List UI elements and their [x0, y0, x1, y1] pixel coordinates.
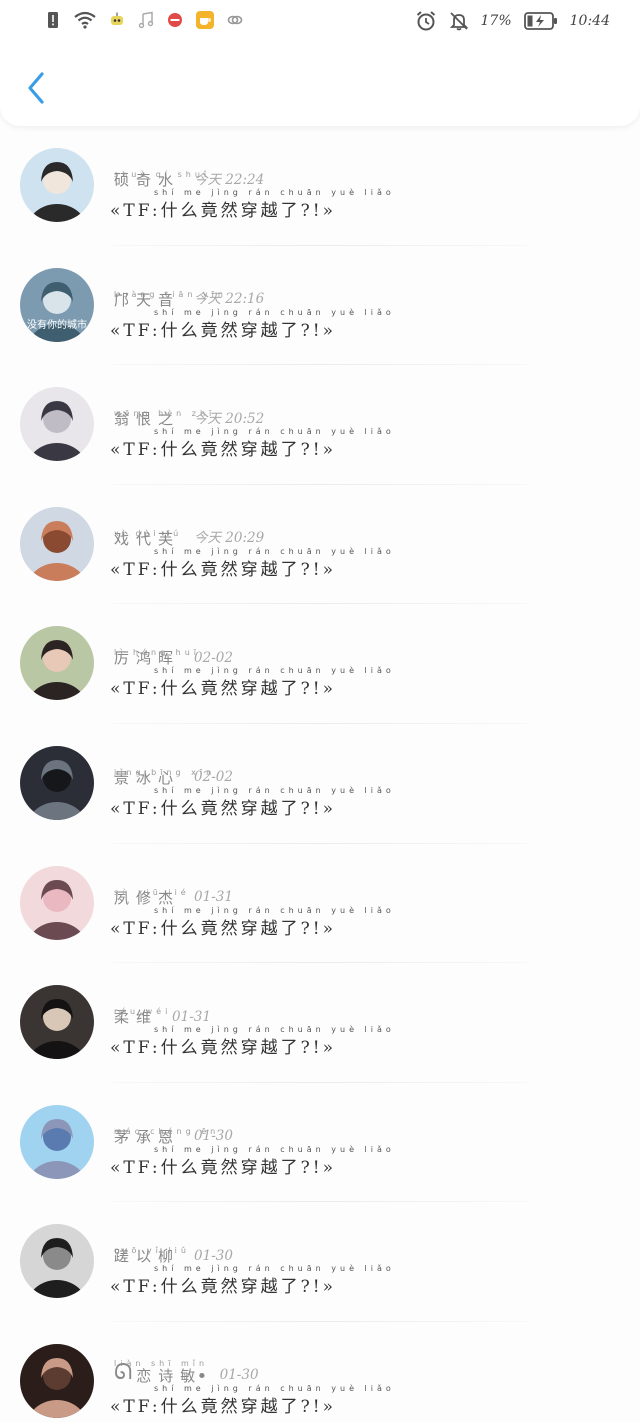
conversation-row[interactable]: wēng hèn zhī 翁恨之 今天 20:52 shí me jìng rán c…: [0, 365, 640, 485]
contact-name-wrap: xì dài fú 戏代芙: [114, 528, 183, 547]
contact-name-pinyin: shuò qí shuǐ: [114, 170, 211, 179]
message-preview: «TF:什么竟然穿越了?!»: [110, 559, 337, 580]
conversation-meta: máo chéng ēn 茅承恩 01-30: [114, 1109, 233, 1145]
avatar[interactable]: [20, 985, 94, 1060]
conversation-row[interactable]: máo chéng ēn 茅承恩 01-30 shí me jìng rán chuā…: [0, 1083, 640, 1203]
robot-icon: [108, 11, 126, 29]
battery-icon: [523, 11, 558, 31]
message-time: 01-30: [219, 1367, 259, 1384]
contact-name-pinyin: xì dài fú: [114, 528, 183, 538]
message-preview: «TF:什么竟然穿越了?!»: [110, 440, 337, 461]
conversation-meta: cuō yǐ liǔ 蹉以柳 01-30: [114, 1228, 233, 1264]
conversation-row[interactable]: jǐng bīng xīn 景冰心 02-02 shí me jìng rán chu…: [0, 724, 640, 844]
mute-bell-icon: [449, 11, 469, 31]
conversation-meta: róu wéi 柔维 01-31: [114, 989, 211, 1025]
message-preview: «TF:什么竟然穿越了?!»: [110, 1277, 337, 1298]
message-time: 01-30: [194, 1247, 233, 1264]
status-bar: 17% 10:44: [0, 0, 640, 44]
contact-name-wrap: kuàng tiān yīn 邝天音: [114, 290, 223, 308]
contact-name-wrap: máo chéng ēn 茅承恩: [114, 1127, 215, 1145]
conversation-list: shuò qí shuǐ 硕奇水 今天 22:24 shí me jìng rán c…: [0, 126, 640, 1422]
link-icon: [226, 11, 244, 29]
conversation-meta: lì hóng huī 厉鸿晖 02-02: [114, 630, 233, 666]
conversation-row[interactable]: sù xiū jié 夙修杰 01-31 shí me jìng rán chuān …: [0, 844, 640, 964]
message-preview: «TF:什么竟然穿越了?!»: [110, 679, 337, 700]
contact-name-wrap: wēng hèn zhī 翁恨之: [114, 409, 211, 427]
chevron-left-icon: [25, 71, 47, 109]
conversation-meta: kuàng tiān yīn 邝天音 今天 22:16: [114, 272, 264, 308]
contact-name-pinyin: kuàng tiān yīn: [114, 289, 227, 299]
avatar[interactable]: [20, 148, 94, 222]
message-time: 01-31: [194, 889, 233, 906]
message-preview: «TF:什么竟然穿越了?!»: [110, 1157, 337, 1178]
conversation-row[interactable]: xì dài fú 戏代芙 今天 20:29 shí me jìng rán chuā…: [0, 485, 640, 605]
avatar[interactable]: [20, 506, 94, 581]
contact-name-wrap: cuō yǐ liǔ 蹉以柳: [114, 1246, 186, 1264]
contact-name-pinyin: máo chéng ēn: [114, 1126, 220, 1136]
wifi-icon: [73, 11, 97, 29]
conversation-meta: wēng hèn zhī 翁恨之 今天 20:52: [114, 391, 264, 427]
name-suffix-symbol: ꔷ: [198, 1366, 206, 1385]
top-header: 17% 10:44: [0, 0, 640, 126]
avatar[interactable]: [20, 1104, 94, 1179]
message-time: 今天 20:29: [194, 530, 265, 547]
contact-name-wrap: lì hóng huī 厉鸿晖: [114, 648, 196, 666]
contact-name-pinyin: róu wéi: [114, 1007, 172, 1017]
contact-name-wrap: shuò qí shuǐ 硕奇水: [114, 170, 206, 188]
contact-name: 恋诗敏: [136, 1366, 203, 1385]
contact-name-pinyin: wēng hèn zhī: [114, 409, 216, 419]
avatar[interactable]: 没有你的城市: [20, 267, 94, 342]
contact-name-pinyin: lì hóng huī: [114, 648, 201, 658]
message-preview: «TF:什么竟然穿越了?!»: [110, 1038, 337, 1059]
avatar-caption: 没有你的城市: [27, 319, 87, 331]
app-icon: [195, 10, 215, 30]
contact-name-wrap: róu wéi 柔维: [114, 1007, 167, 1025]
contact-name-wrap: jǐng bīng xīn 景冰心: [114, 768, 211, 786]
conversation-row[interactable]: shuò qí shuǐ 硕奇水 今天 22:24 shí me jìng rán c…: [0, 126, 640, 246]
avatar[interactable]: [20, 865, 94, 940]
conversation-row[interactable]: róu wéi 柔维 01-31 shí me jìng rán chuān yuè …: [0, 963, 640, 1083]
conversation-meta: liàn shī mǐn ᘏ 恋诗敏 ꔷ 01-30: [114, 1348, 259, 1384]
message-preview: «TF:什么竟然穿越了?!»: [110, 798, 337, 819]
contact-name-pinyin: jǐng bīng xīn: [114, 767, 216, 777]
conversation-row[interactable]: liàn shī mǐn ᘏ 恋诗敏 ꔷ 01-30 shí me jìng rán ch…: [0, 1322, 640, 1422]
contact-name-wrap: sù xiū jié 夙修杰: [114, 888, 186, 906]
avatar[interactable]: [20, 1343, 94, 1418]
alert-icon: [44, 11, 62, 29]
message-time: 01-31: [172, 1008, 211, 1025]
conversation-meta: shuò qí shuǐ 硕奇水 今天 22:24: [114, 152, 264, 188]
conversation-row[interactable]: lì hóng huī 厉鸿晖 02-02 shí me jìng rán chuān…: [0, 604, 640, 724]
conversation-meta: jǐng bīng xīn 景冰心 02-02: [114, 750, 233, 786]
avatar[interactable]: [20, 1224, 94, 1299]
conversation-row[interactable]: cuō yǐ liǔ 蹉以柳 01-30 shí me jìng rán chuān …: [0, 1202, 640, 1322]
message-preview: «TF:什么竟然穿越了?!»: [110, 1396, 337, 1417]
conversation-row[interactable]: 没有你的城市 kuàng tiān yīn 邝天音 今天 22:16 shí me jì…: [0, 246, 640, 366]
avatar[interactable]: [20, 745, 94, 820]
battery-percent: 17%: [480, 13, 512, 29]
avatar[interactable]: [20, 626, 94, 701]
contact-name-pinyin: sù xiū jié: [114, 887, 190, 897]
clock: 10:44: [569, 13, 610, 29]
message-preview: «TF:什么竟然穿越了?!»: [110, 918, 337, 939]
message-preview: «TF:什么竟然穿越了?!»: [110, 201, 337, 221]
minus-badge-icon: [166, 11, 184, 29]
music-icon: [137, 11, 155, 29]
alarm-icon: [415, 10, 437, 32]
contact-name-wrap: liàn shī mǐn ᘏ 恋诗敏 ꔷ: [114, 1358, 209, 1385]
conversation-meta: xì dài fú 戏代芙 今天 20:29: [114, 511, 264, 547]
contact-name-pinyin: liàn shī mǐn: [114, 1358, 209, 1368]
avatar[interactable]: [20, 387, 94, 462]
contact-name-pinyin: cuō yǐ liǔ: [114, 1246, 190, 1256]
message-preview: «TF:什么竟然穿越了?!»: [110, 320, 337, 341]
back-button[interactable]: [22, 70, 50, 110]
chat-list-screen: 17% 10:44 shuò qí shuǐ 硕奇水 今天 22:24 shí me …: [0, 0, 640, 1422]
conversation-meta: sù xiū jié 夙修杰 01-31: [114, 870, 233, 906]
